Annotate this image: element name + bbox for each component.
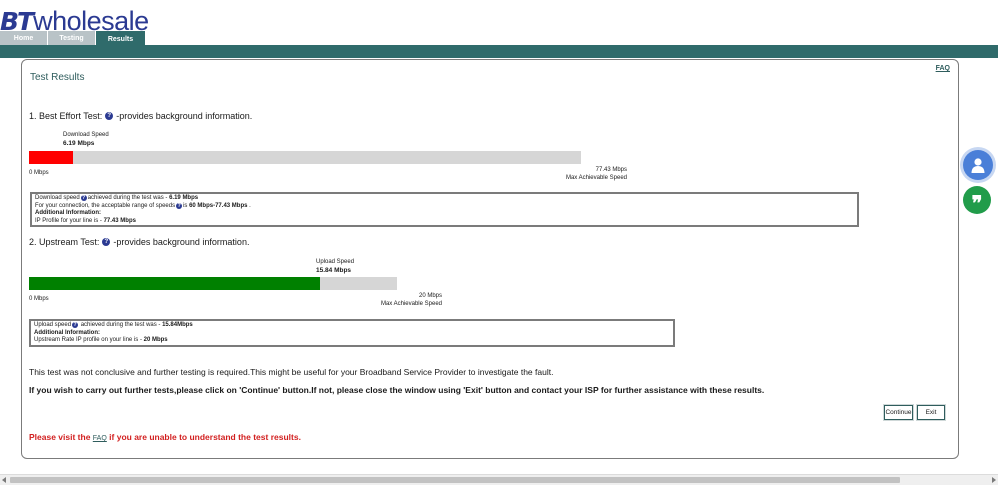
nav-bar-strip bbox=[0, 45, 998, 58]
visit-faq-message: Please visit the FAQ if you are unable t… bbox=[29, 432, 301, 442]
ip-profile-prefix: IP Profile for your line is - bbox=[35, 217, 104, 224]
download-info-line-4: IP Profile for your line is - 77.43 Mbps bbox=[35, 218, 854, 226]
upload-info-box: Upload speed? achieved during the test w… bbox=[29, 319, 675, 347]
best-effort-heading: 1. Best Effort Test: ? -provides backgro… bbox=[29, 111, 252, 121]
upstream-heading: 2. Upstream Test: ? -provides background… bbox=[29, 237, 249, 247]
continue-button[interactable]: Continue bbox=[884, 405, 913, 420]
user-icon[interactable] bbox=[963, 150, 993, 180]
range-info-value: 60 Mbps-77.43 Mbps bbox=[189, 202, 248, 209]
range-info-prefix: For your connection, the acceptable rang… bbox=[35, 202, 176, 209]
upload-gauge-label: Upload Speed 15.84 Mbps bbox=[316, 259, 354, 274]
upload-speed-bar bbox=[29, 277, 397, 290]
upload-info-prefix: Upload speed bbox=[34, 322, 72, 328]
download-info-value: 6.19 Mbps bbox=[169, 195, 199, 201]
ip-profile-value: 77.43 Mbps bbox=[103, 217, 136, 224]
download-gauge-label: Download Speed 6.19 Mbps bbox=[63, 132, 109, 147]
download-speed-value: 6.19 Mbps bbox=[63, 140, 95, 147]
upload-max-caption: Max Achievable Speed bbox=[380, 301, 442, 307]
upstream-heading-desc: -provides background information. bbox=[113, 237, 250, 247]
tab-testing[interactable]: Testing bbox=[48, 31, 95, 45]
question-circle-icon[interactable]: ? bbox=[102, 238, 111, 246]
quote-icon[interactable]: ❞ bbox=[963, 186, 991, 214]
question-circle-icon[interactable]: ? bbox=[72, 322, 79, 328]
upload-scale-max: 20 Mbps Max Achievable Speed bbox=[322, 292, 442, 308]
question-circle-icon[interactable]: ? bbox=[105, 112, 114, 120]
download-max-value: 77.43 Mbps bbox=[595, 167, 627, 173]
inconclusive-message: This test was not conclusive and further… bbox=[29, 367, 554, 377]
upload-speed-fill bbox=[29, 277, 321, 290]
instruction-message: If you wish to carry out further tests,p… bbox=[29, 385, 765, 395]
best-effort-heading-label: 1. Best Effort Test: bbox=[29, 111, 103, 121]
download-max-caption: Max Achievable Speed bbox=[565, 175, 627, 181]
page-title: Test Results bbox=[30, 72, 85, 83]
visit-suffix: if you are unable to understand the test… bbox=[106, 432, 301, 442]
download-info-line-2: For your connection, the acceptable rang… bbox=[35, 202, 854, 211]
download-info-prefix: Download speed bbox=[35, 195, 80, 201]
visit-prefix: Please visit the bbox=[29, 432, 93, 442]
download-speed-bar bbox=[29, 151, 581, 164]
download-speed-fill bbox=[29, 151, 74, 164]
question-circle-icon[interactable]: ? bbox=[176, 202, 183, 209]
download-additional-label: Additional Information: bbox=[35, 210, 101, 216]
exit-button[interactable]: Exit bbox=[917, 405, 945, 420]
upstream-heading-label: 2. Upstream Test: bbox=[29, 237, 100, 247]
upstream-profile-value: 20 Mbps bbox=[143, 337, 168, 343]
bt-wholesale-logo: BT wholesale bbox=[0, 6, 149, 36]
faq-link[interactable]: FAQ bbox=[936, 65, 950, 72]
download-info-mid: achieved during the test was - bbox=[87, 195, 170, 201]
upload-info-line-1: Upload speed? achieved during the test w… bbox=[34, 322, 670, 330]
question-circle-icon[interactable]: ? bbox=[80, 195, 87, 201]
upload-max-value: 20 Mbps bbox=[418, 293, 442, 299]
upload-scale-min: 0 Mbps bbox=[29, 296, 49, 302]
upload-info-value: 15.84Mbps bbox=[162, 322, 193, 328]
quote-glyph: ❞ bbox=[971, 191, 983, 215]
download-info-box: Download speed? achieved during the test … bbox=[30, 192, 859, 227]
scrollbar-thumb[interactable] bbox=[10, 477, 900, 483]
visit-faq-link[interactable]: FAQ bbox=[93, 435, 107, 442]
upstream-profile-prefix: Upstream Rate IP profile on your line is… bbox=[34, 337, 144, 343]
download-speed-caption: Download Speed bbox=[63, 132, 109, 138]
scroll-left-icon[interactable] bbox=[2, 477, 6, 483]
nav-tabs: Home Testing Results bbox=[0, 31, 146, 47]
scroll-right-icon[interactable] bbox=[992, 477, 996, 483]
results-panel: Test Results FAQ 1. Best Effort Test: ? … bbox=[21, 59, 959, 459]
user-glyph bbox=[971, 158, 985, 173]
upload-additional-label: Additional Information: bbox=[34, 329, 100, 336]
upload-speed-value: 15.84 Mbps bbox=[316, 267, 352, 274]
range-info-suffix: . bbox=[247, 202, 251, 209]
upload-speed-caption: Upload Speed bbox=[316, 259, 355, 265]
download-scale-max: 77.43 Mbps Max Achievable Speed bbox=[502, 166, 627, 182]
horizontal-scrollbar[interactable] bbox=[0, 474, 998, 485]
upload-info-mid: achieved during the test was - bbox=[79, 322, 163, 328]
download-info-line-1: Download speed? achieved during the test … bbox=[35, 195, 854, 203]
upload-info-line-2: Additional Information: bbox=[34, 330, 670, 338]
upload-info-line-3: Upstream Rate IP profile on your line is… bbox=[34, 337, 670, 345]
download-info-line-3: Additional Information: bbox=[35, 210, 854, 218]
best-effort-heading-desc: -provides background information. bbox=[116, 111, 253, 121]
tab-home[interactable]: Home bbox=[0, 31, 47, 45]
download-scale-min: 0 Mbps bbox=[29, 170, 49, 176]
